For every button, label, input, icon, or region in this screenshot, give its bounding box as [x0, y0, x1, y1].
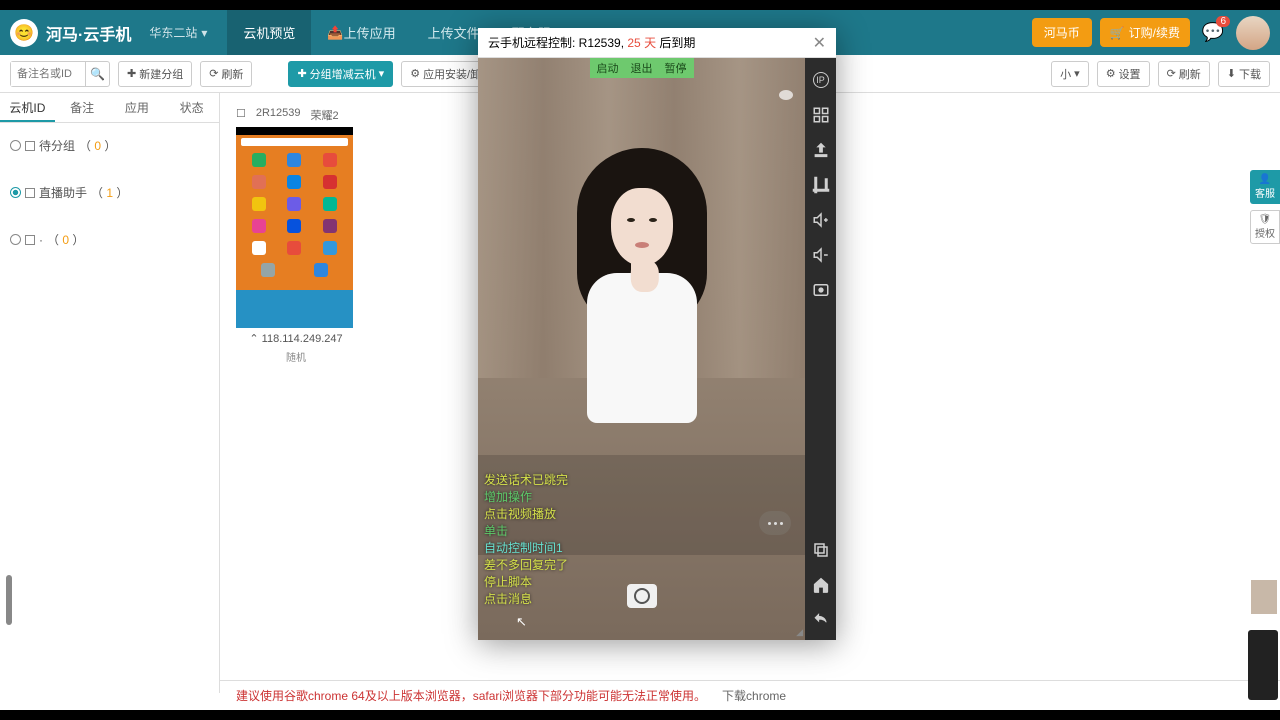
copy-icon[interactable] — [811, 540, 831, 560]
modal-title: 云手机远程控制: R12539, 25 天 后到期 — [488, 34, 695, 51]
volume-down-icon[interactable] — [811, 245, 831, 265]
brand-logo[interactable]: 河马·云手机 — [10, 19, 131, 47]
size-button[interactable]: 小 ▾ — [1051, 61, 1089, 87]
footer-bar: 建议使用谷歌chrome 64及以上版本浏览器，safari浏览器下部分功能可能… — [220, 680, 1280, 710]
customer-service-button[interactable]: 👤客服 — [1250, 170, 1280, 204]
logo-icon — [10, 19, 38, 47]
assign-group-button[interactable]: ✚ 分组增减云机 ▾ — [288, 61, 393, 87]
remote-control-modal: 云手机远程控制: R12539, 25 天 后到期 ✕ 启动退出暂停 — [478, 28, 836, 640]
refresh2-button[interactable]: ⟳ 刷新 — [1158, 61, 1210, 87]
device-thumbnail[interactable] — [236, 127, 353, 328]
user-avatar[interactable] — [1236, 16, 1270, 50]
modal-header: 云手机远程控制: R12539, 25 天 后到期 ✕ — [478, 28, 836, 58]
device-screen[interactable]: 启动退出暂停 发送话术已跳完增加操作点击视频播放单击自动控制时间1差不多回复完了… — [478, 58, 805, 640]
brand-name: 河马·云手机 — [46, 21, 131, 45]
tab-status[interactable]: 状态 — [164, 93, 219, 122]
nav-preview[interactable]: 云机预览 — [227, 10, 311, 55]
messages-icon[interactable]: 💬6 — [1198, 18, 1228, 48]
home-icon[interactable] — [811, 575, 831, 595]
nav-upload-app[interactable]: 📤 上传应用 — [311, 10, 411, 55]
device-card[interactable]: ☐2R12539荣耀2 ⌃ 118.114.249.247 随机 — [236, 103, 356, 364]
search-input[interactable] — [11, 62, 85, 86]
bottom-control[interactable] — [1248, 630, 1278, 700]
script-controls[interactable]: 启动退出暂停 — [590, 58, 694, 78]
station-selector[interactable]: 华东二站▾ — [149, 24, 207, 41]
mini-preview[interactable] — [1250, 579, 1278, 615]
download-button[interactable]: ⬇ 下载 — [1218, 61, 1270, 87]
resize-grip[interactable]: ◢ — [796, 627, 803, 638]
apps-icon[interactable] — [811, 105, 831, 125]
auth-button[interactable]: 🛡授权 — [1250, 210, 1280, 244]
ip-icon[interactable]: IP — [811, 70, 831, 90]
device-toolbar: IP — [805, 58, 836, 640]
crop-icon[interactable] — [811, 175, 831, 195]
record-icon[interactable] — [811, 280, 831, 300]
coin-button[interactable]: 河马币 — [1032, 18, 1092, 47]
chrome-download-link[interactable]: 下载chrome — [722, 687, 786, 704]
search-box: 🔍 — [10, 61, 110, 87]
tab-app[interactable]: 应用 — [110, 93, 165, 122]
close-icon[interactable]: ✕ — [813, 33, 826, 53]
group-live-assist[interactable]: 直播助手 （ 1 ） — [10, 178, 209, 207]
volume-up-icon[interactable] — [811, 210, 831, 230]
upload-icon[interactable] — [811, 140, 831, 160]
settings-button[interactable]: ⚙ 设置 — [1097, 61, 1150, 87]
volume-slider[interactable] — [6, 575, 12, 625]
new-group-button[interactable]: ✚ 新建分组 — [118, 61, 192, 87]
order-button[interactable]: 🛒 订购/续费 — [1100, 18, 1190, 47]
refresh-button[interactable]: ⟳ 刷新 — [200, 61, 252, 87]
tab-cloud-id[interactable]: 云机ID — [0, 93, 55, 122]
browser-warning: 建议使用谷歌chrome 64及以上版本浏览器，safari浏览器下部分功能可能… — [236, 687, 706, 704]
back-icon[interactable] — [811, 610, 831, 630]
search-icon[interactable]: 🔍 — [85, 62, 109, 86]
cursor-icon: ↖ — [516, 614, 527, 630]
left-panel: 云机ID 备注 应用 状态 待分组 （ 0 ） 直播助手 （ 1 ） · （ 0… — [0, 93, 220, 693]
group-other[interactable]: · （ 0 ） — [10, 225, 209, 254]
group-pending[interactable]: 待分组 （ 0 ） — [10, 131, 209, 160]
tab-note[interactable]: 备注 — [55, 93, 110, 122]
camera-button[interactable] — [627, 584, 657, 608]
